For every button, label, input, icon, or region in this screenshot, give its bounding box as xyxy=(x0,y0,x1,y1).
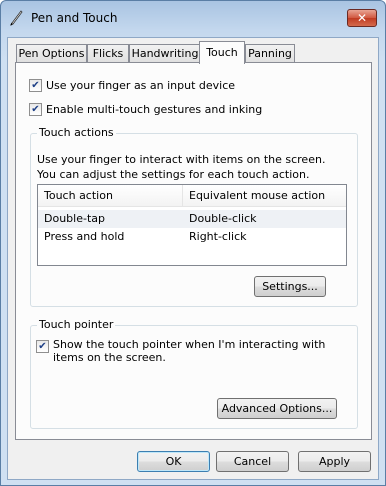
close-button[interactable]: ✕ xyxy=(347,9,377,27)
pen-icon xyxy=(10,10,23,26)
touch-actions-description: Use your finger to interact with items o… xyxy=(37,153,326,181)
multitouch-option[interactable]: ✔ Enable multi-touch gestures and inking xyxy=(29,103,262,116)
use-finger-option[interactable]: ✔ Use your finger as an input device xyxy=(29,79,235,92)
row-touch-action: Double-tap xyxy=(44,212,105,225)
column-header-touch-action[interactable]: Touch action xyxy=(44,189,113,202)
use-finger-label: Use your finger as an input device xyxy=(46,79,236,92)
advanced-options-button[interactable]: Advanced Options... xyxy=(217,398,337,419)
row-mouse-action: Right-click xyxy=(189,230,247,243)
multitouch-label: Enable multi-touch gestures and inking xyxy=(46,103,263,116)
column-divider xyxy=(182,185,183,207)
touch-actions-group: Touch actions Use your finger to interac… xyxy=(30,126,358,307)
multitouch-checkbox[interactable]: ✔ xyxy=(29,103,42,116)
table-row[interactable]: Double-tap Double-click xyxy=(38,210,346,228)
window-title: Pen and Touch xyxy=(31,11,118,25)
touch-pointer-group: Touch pointer ✔ Show the touch pointer w… xyxy=(30,318,358,429)
title-bar[interactable]: Pen and Touch ✕ xyxy=(1,1,385,35)
row-mouse-action: Double-click xyxy=(189,212,257,225)
row-touch-action: Press and hold xyxy=(44,230,125,243)
touch-actions-list[interactable]: Touch action Equivalent mouse action Dou… xyxy=(37,184,347,266)
dialog-client-area: Pen Options Flicks Handwriting Touch Pan… xyxy=(7,37,379,480)
settings-button[interactable]: Settings... xyxy=(254,276,326,297)
list-header: Touch action Equivalent mouse action xyxy=(38,185,346,207)
touch-pointer-option[interactable]: ✔ Show the touch pointer when I'm intera… xyxy=(36,338,336,364)
cancel-button[interactable]: Cancel xyxy=(216,451,289,472)
column-header-mouse-action[interactable]: Equivalent mouse action xyxy=(189,189,325,202)
touch-pointer-group-label: Touch pointer xyxy=(37,318,116,331)
tab-flicks[interactable]: Flicks xyxy=(87,44,129,63)
tab-touch[interactable]: Touch xyxy=(199,41,245,64)
pen-and-touch-window: Pen and Touch ✕ Pen Options Flicks Handw… xyxy=(0,0,386,486)
touch-actions-group-label: Touch actions xyxy=(37,126,116,139)
tab-handwriting[interactable]: Handwriting xyxy=(129,44,201,63)
ok-button[interactable]: OK xyxy=(137,451,210,472)
tab-pen-options[interactable]: Pen Options xyxy=(16,44,87,63)
touch-pointer-label: Show the touch pointer when I'm interact… xyxy=(53,338,326,364)
apply-button[interactable]: Apply xyxy=(298,451,371,472)
touch-tab-panel: ✔ Use your finger as an input device ✔ E… xyxy=(15,62,372,440)
touch-pointer-checkbox[interactable]: ✔ xyxy=(36,340,49,353)
tab-panning[interactable]: Panning xyxy=(245,44,295,63)
use-finger-checkbox[interactable]: ✔ xyxy=(29,79,42,92)
table-row[interactable]: Press and hold Right-click xyxy=(38,228,346,246)
